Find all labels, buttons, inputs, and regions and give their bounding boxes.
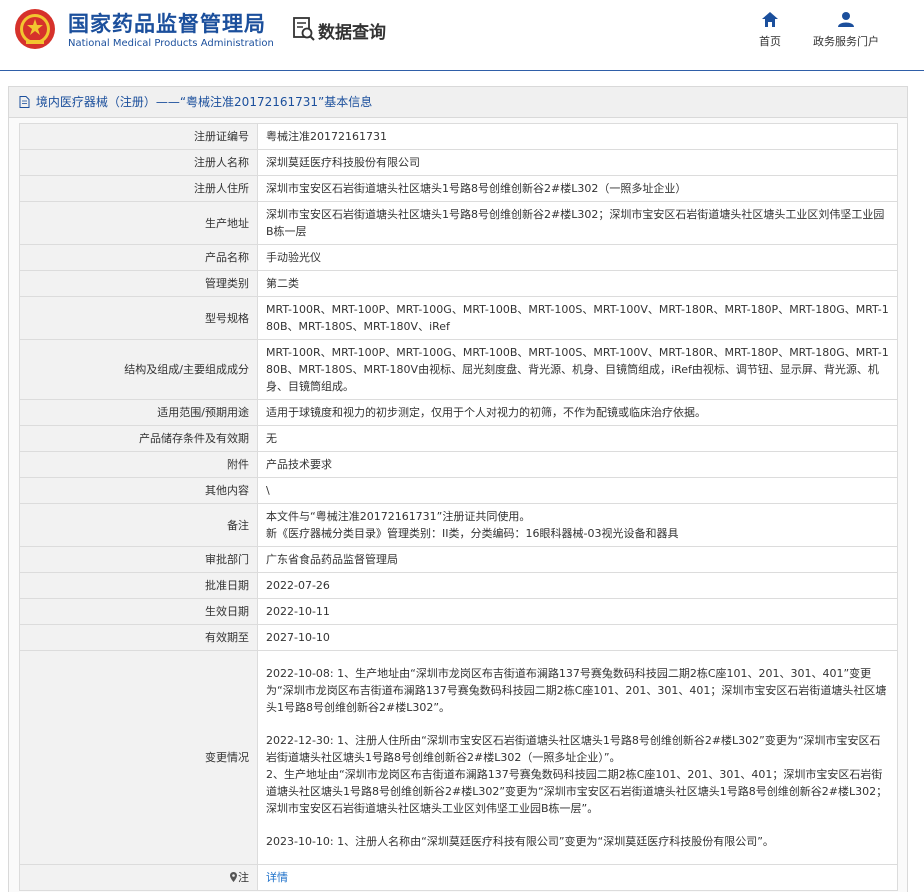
location-pin-icon xyxy=(230,872,237,882)
row-value: 深圳莫廷医疗科技股份有限公司 xyxy=(257,149,898,176)
change-entry-3: 2023-10-10: 1、注册人名称由“深圳莫廷医疗科技有限公司”变更为“深圳… xyxy=(266,835,774,848)
row-label: 产品名称 xyxy=(19,244,258,271)
table-row: 备注 本文件与“粤械注准20172161731”注册证共同使用。 新《医疗器械分… xyxy=(19,503,898,547)
nav-portal-link[interactable]: 政务服务门户 xyxy=(806,12,886,49)
change-entry-2-item-1: 2022-12-30: 1、注册人住所由“深圳市宝安区石岩街道塘头社区塘头1号路… xyxy=(266,734,881,764)
table-row: 审批部门 广东省食品药品监督管理局 xyxy=(19,546,898,573)
table-row: 注 详情 xyxy=(19,864,898,891)
panel-title-text: 境内医疗器械（注册）——“粤械注准20172161731”基本信息 xyxy=(35,95,373,109)
row-value: 深圳市宝安区石岩街道塘头社区塘头1号路8号创维创新谷2#楼L302（一照多址企业… xyxy=(257,175,898,202)
remark-line-2: 新《医疗器械分类目录》管理类别：II类，分类编码：16眼科器械-03视光设备和器… xyxy=(266,527,679,540)
site-header: 国家药品监督管理局 National Medical Products Admi… xyxy=(0,0,924,71)
table-row: 生产地址 深圳市宝安区石岩街道塘头社区塘头1号路8号创维创新谷2#楼L302；深… xyxy=(19,201,898,245)
data-query-icon xyxy=(293,17,315,41)
row-value: 无 xyxy=(257,425,898,452)
row-label: 注册证编号 xyxy=(19,123,258,150)
table-row: 批准日期 2022-07-26 xyxy=(19,572,898,599)
row-label: 备注 xyxy=(19,503,258,547)
change-entry-2: 2022-12-30: 1、注册人住所由“深圳市宝安区石岩街道塘头社区塘头1号路… xyxy=(266,732,889,817)
home-icon xyxy=(762,12,778,27)
table-row: 注册人住所 深圳市宝安区石岩街道塘头社区塘头1号路8号创维创新谷2#楼L302（… xyxy=(19,175,898,202)
row-value: 深圳市宝安区石岩街道塘头社区塘头1号路8号创维创新谷2#楼L302；深圳市宝安区… xyxy=(257,201,898,245)
row-label: 有效期至 xyxy=(19,624,258,651)
nav-home-label: 首页 xyxy=(759,35,781,48)
table-row: 附件 产品技术要求 xyxy=(19,451,898,478)
note-label: 注 xyxy=(238,871,249,884)
row-label: 附件 xyxy=(19,451,258,478)
table-row: 注册证编号 粤械注准20172161731 xyxy=(19,123,898,150)
row-value: 2027-10-10 xyxy=(257,624,898,651)
row-value: 粤械注准20172161731 xyxy=(257,123,898,150)
change-history: 2022-10-08: 1、生产地址由“深圳市龙岗区布吉街道布澜路137号赛兔数… xyxy=(257,650,898,865)
row-value: MRT-100R、MRT-100P、MRT-100G、MRT-100B、MRT-… xyxy=(257,339,898,400)
row-value: 产品技术要求 xyxy=(257,451,898,478)
remark-line-1: 本文件与“粤械注准20172161731”注册证共同使用。 xyxy=(266,510,531,523)
nav-portal-label: 政务服务门户 xyxy=(813,35,879,48)
row-value: 本文件与“粤械注准20172161731”注册证共同使用。 新《医疗器械分类目录… xyxy=(257,503,898,547)
table-row: 型号规格 MRT-100R、MRT-100P、MRT-100G、MRT-100B… xyxy=(19,296,898,340)
row-value: 广东省食品药品监督管理局 xyxy=(257,546,898,573)
row-label: 产品储存条件及有效期 xyxy=(19,425,258,452)
row-label: 适用范围/预期用途 xyxy=(19,399,258,426)
row-value: 详情 xyxy=(257,864,898,891)
brand-name-cn: 国家药品监督管理局 xyxy=(68,12,266,36)
table-row: 适用范围/预期用途 适用于球镜度和视力的初步测定，仅用于个人对视力的初筛，不作为… xyxy=(19,399,898,426)
row-label: 批准日期 xyxy=(19,572,258,599)
row-label: 变更情况 xyxy=(19,650,258,865)
national-emblem-icon xyxy=(15,9,55,49)
row-label: 结构及组成/主要组成成分 xyxy=(19,339,258,400)
row-value: MRT-100R、MRT-100P、MRT-100G、MRT-100B、MRT-… xyxy=(257,296,898,340)
detail-table: 注册证编号 粤械注准20172161731 注册人名称 深圳莫廷医疗科技股份有限… xyxy=(19,123,898,891)
table-row: 产品名称 手动验光仪 xyxy=(19,244,898,271)
data-query-title: 数据查询 xyxy=(318,23,386,43)
row-label: 型号规格 xyxy=(19,296,258,340)
table-row: 管理类别 第二类 xyxy=(19,270,898,297)
table-row: 生效日期 2022-10-11 xyxy=(19,598,898,625)
row-value: 2022-07-26 xyxy=(257,572,898,599)
row-label: 管理类别 xyxy=(19,270,258,297)
details-link[interactable]: 详情 xyxy=(266,871,288,884)
row-label: 注册人住所 xyxy=(19,175,258,202)
row-label: 审批部门 xyxy=(19,546,258,573)
row-label: 生效日期 xyxy=(19,598,258,625)
table-row: 有效期至 2027-10-10 xyxy=(19,624,898,651)
panel-title: 境内医疗器械（注册）——“粤械注准20172161731”基本信息 xyxy=(9,87,907,118)
table-row: 注册人名称 深圳莫廷医疗科技股份有限公司 xyxy=(19,149,898,176)
document-icon xyxy=(19,96,30,108)
table-row: 产品储存条件及有效期 无 xyxy=(19,425,898,452)
detail-panel: 境内医疗器械（注册）——“粤械注准20172161731”基本信息 注册证编号 … xyxy=(8,86,908,892)
row-value: \ xyxy=(257,477,898,504)
row-label: 生产地址 xyxy=(19,201,258,245)
row-label: 其他内容 xyxy=(19,477,258,504)
user-icon xyxy=(838,12,854,27)
row-value: 手动验光仪 xyxy=(257,244,898,271)
change-entry-2-item-2: 2、生产地址由“深圳市龙岗区布吉街道布澜路137号赛兔数码科技园二期2栋C座10… xyxy=(266,768,888,815)
row-value: 适用于球镜度和视力的初步测定，仅用于个人对视力的初筛，不作为配镜或临床治疗依据。 xyxy=(257,399,898,426)
row-value: 第二类 xyxy=(257,270,898,297)
brand-name-en: National Medical Products Administration xyxy=(68,38,274,49)
table-row: 结构及组成/主要组成成分 MRT-100R、MRT-100P、MRT-100G、… xyxy=(19,339,898,400)
nav-home-link[interactable]: 首页 xyxy=(730,12,810,49)
note-label-cell: 注 xyxy=(19,864,258,891)
table-row: 变更情况 2022-10-08: 1、生产地址由“深圳市龙岗区布吉街道布澜路13… xyxy=(19,650,898,865)
table-row: 其他内容 \ xyxy=(19,477,898,504)
row-value: 2022-10-11 xyxy=(257,598,898,625)
row-label: 注册人名称 xyxy=(19,149,258,176)
change-entry-1: 2022-10-08: 1、生产地址由“深圳市龙岗区布吉街道布澜路137号赛兔数… xyxy=(266,667,887,714)
